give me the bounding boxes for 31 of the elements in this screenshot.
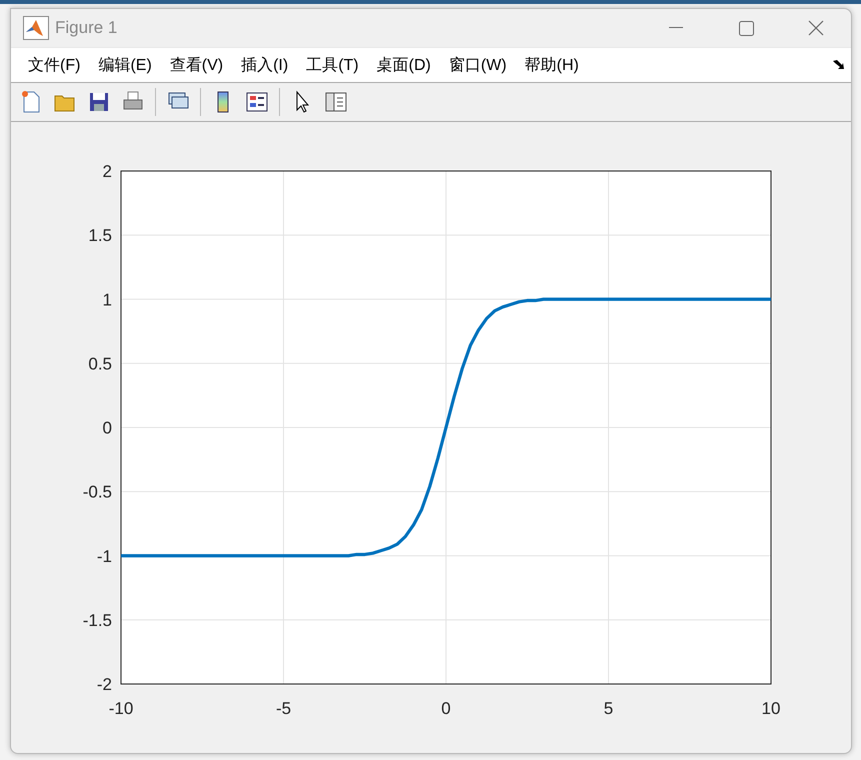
y-tick-label: -2 [96, 675, 112, 694]
y-tick-label: -1 [96, 546, 112, 566]
x-tick-label: 10 [762, 699, 780, 718]
menu-item[interactable]: 查看(V) [160, 54, 232, 76]
dock-arrow-icon[interactable] [833, 60, 845, 70]
panel-icon [324, 90, 348, 114]
window-title: Figure 1 [55, 18, 118, 38]
save-icon [87, 90, 111, 114]
menu-item[interactable]: 帮助(H) [516, 54, 588, 76]
menu-item[interactable]: 工具(T) [297, 54, 368, 76]
y-tick-label: 1.5 [88, 226, 112, 246]
x-tick-label: 0 [441, 699, 451, 718]
x-tick-label: -5 [276, 699, 292, 718]
menu-item[interactable]: 文件(F) [19, 54, 90, 76]
menu-item[interactable]: 桌面(D) [368, 54, 440, 76]
menu-item[interactable]: 插入(I) [232, 54, 298, 76]
y-tick-label: 1 [102, 290, 112, 310]
y-tick-label: 0 [102, 418, 112, 438]
y-tick-label: 0.5 [88, 354, 112, 374]
y-tick-label: 2 [102, 162, 112, 181]
y-tick-label: -1.5 [82, 610, 112, 630]
minimize-icon [669, 27, 683, 29]
x-tick-label: 5 [604, 699, 614, 718]
matlab-logo-icon [23, 16, 49, 40]
close-icon [808, 20, 824, 36]
menu-item[interactable]: 编辑(E) [89, 54, 161, 76]
legend-icon [245, 90, 269, 114]
menu-item[interactable]: 窗口(W) [440, 54, 516, 76]
y-tick-label: -0.5 [82, 482, 112, 502]
x-tick-label: -10 [108, 699, 134, 718]
maximize-icon [738, 20, 754, 36]
